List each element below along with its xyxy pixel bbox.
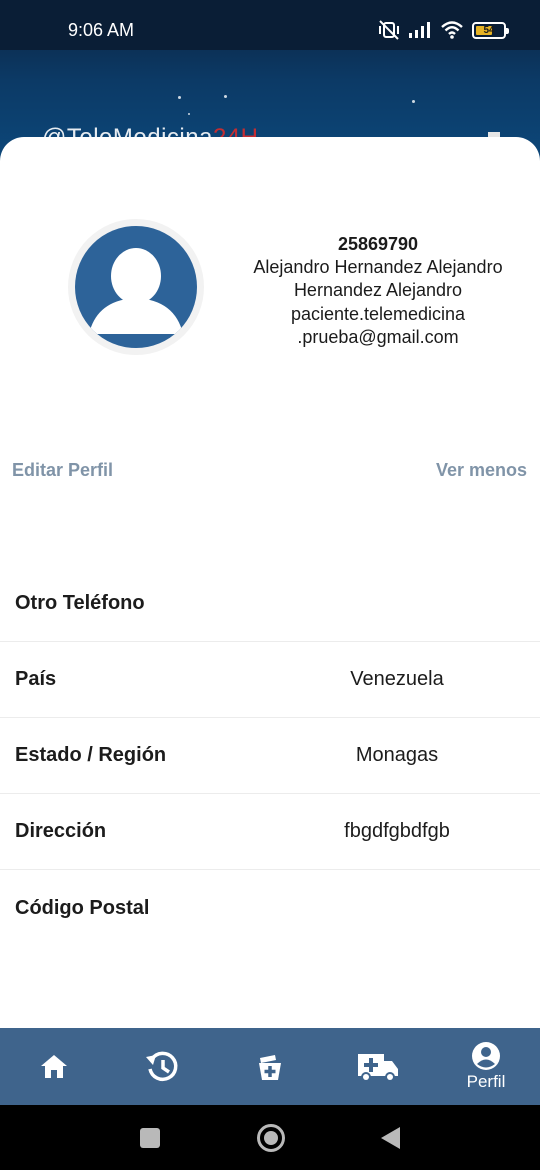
avatar[interactable] bbox=[68, 219, 204, 355]
detail-row-other-phone: Otro Teléfono bbox=[0, 566, 540, 642]
account-circle-icon bbox=[471, 1041, 501, 1071]
profile-email-line2: .prueba@gmail.com bbox=[297, 327, 459, 347]
detail-row-postal-code: Código Postal bbox=[0, 870, 540, 946]
decor-star bbox=[412, 100, 415, 103]
detail-label: Dirección bbox=[15, 820, 107, 842]
nav-pharmacy[interactable] bbox=[216, 1028, 324, 1105]
wifi-icon bbox=[440, 20, 464, 40]
detail-label: Estado / Región bbox=[15, 744, 167, 766]
detail-label: Otro Teléfono bbox=[15, 592, 145, 614]
recent-apps-icon[interactable] bbox=[140, 1128, 160, 1148]
nav-history[interactable] bbox=[108, 1028, 216, 1105]
decor-star bbox=[178, 96, 181, 99]
detail-label: Código Postal bbox=[15, 896, 150, 919]
status-time: 9:06 AM bbox=[68, 20, 135, 40]
status-bar: 9:06 AM 54 bbox=[0, 0, 540, 50]
detail-value: Monagas bbox=[355, 744, 439, 766]
profile-email-line1: paciente.telemedicina bbox=[290, 304, 466, 324]
profile-details-list: Otro Teléfono País Venezuela Estado / Re… bbox=[0, 566, 540, 946]
home-icon bbox=[39, 1053, 69, 1081]
home-button-icon[interactable] bbox=[257, 1124, 285, 1152]
detail-row-state: Estado / Región Monagas bbox=[0, 718, 540, 794]
ambulance-icon bbox=[356, 1050, 400, 1084]
system-navigation-bar bbox=[0, 1105, 540, 1170]
user-avatar-icon bbox=[75, 226, 197, 348]
profile-id-number: 25869790 bbox=[337, 234, 419, 254]
detail-value: Venezuela bbox=[350, 668, 444, 690]
history-icon bbox=[144, 1049, 180, 1085]
bottom-navigation: Perfil bbox=[0, 1028, 540, 1105]
nav-profile-label: Perfil bbox=[466, 1072, 506, 1091]
detail-row-address: Dirección fbgdfgbdfgb bbox=[0, 794, 540, 870]
profile-name-line2: Hernandez Alejandro bbox=[293, 280, 463, 300]
edit-profile-link[interactable]: Editar Perfil bbox=[12, 460, 113, 481]
nav-ambulance[interactable] bbox=[324, 1028, 432, 1105]
vibrate-off-icon bbox=[378, 20, 400, 40]
detail-label: País bbox=[15, 668, 57, 690]
detail-value: fbgdfgbdfgb bbox=[344, 820, 450, 842]
see-less-link[interactable]: Ver menos bbox=[436, 460, 527, 481]
status-icons: 54 bbox=[378, 18, 509, 42]
decor-star bbox=[188, 113, 190, 115]
nav-home[interactable] bbox=[0, 1028, 108, 1105]
detail-row-country: País Venezuela bbox=[0, 642, 540, 718]
signal-icon bbox=[408, 21, 432, 39]
nav-profile[interactable]: Perfil bbox=[432, 1028, 540, 1105]
decor-star bbox=[224, 95, 227, 98]
profile-name-line1: Alejandro Hernandez Alejandro bbox=[253, 257, 503, 277]
pharmacy-icon bbox=[255, 1052, 285, 1082]
profile-info: 25869790 Alejandro Hernandez Alejandro H… bbox=[228, 232, 528, 349]
battery-icon: 54 bbox=[472, 21, 509, 39]
back-icon[interactable] bbox=[381, 1127, 400, 1149]
